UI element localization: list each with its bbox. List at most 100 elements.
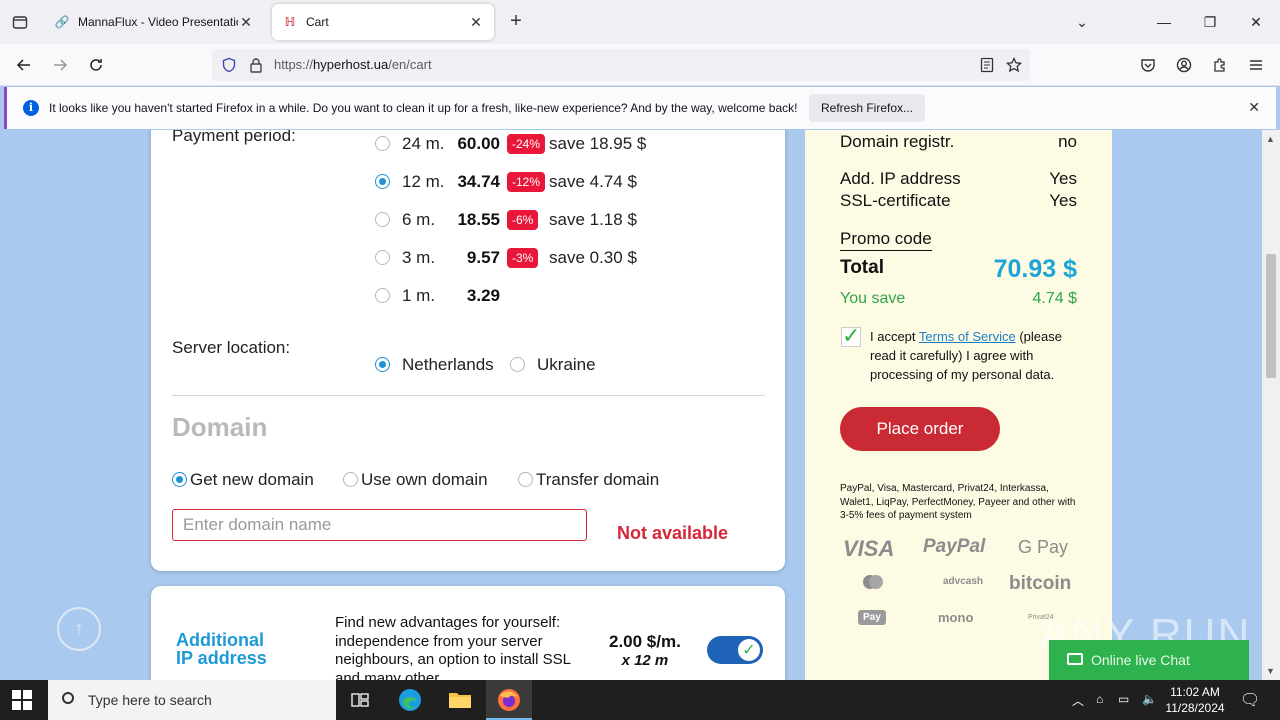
windows-taskbar: Type here to search ︿ ⌂ ▭ 🔈 11:02 AM 11/… bbox=[0, 680, 1280, 720]
meet-now-icon[interactable]: ⌂ bbox=[1096, 692, 1103, 706]
period-save: save 18.95 $ bbox=[549, 134, 647, 153]
promo-code-link[interactable]: Promo code bbox=[840, 229, 932, 251]
close-notification-icon[interactable]: ✕ bbox=[1248, 99, 1260, 116]
tab-mannaflux[interactable]: 🔗 MannaFlux - Video Presentation ✕ bbox=[44, 4, 264, 40]
tab-list-button[interactable] bbox=[8, 10, 32, 34]
addon-title-line2: IP address bbox=[176, 648, 267, 668]
forward-button[interactable] bbox=[47, 52, 73, 78]
period-radio[interactable] bbox=[375, 288, 390, 303]
period-radio[interactable] bbox=[375, 250, 390, 265]
arrow-up-icon: ↑ bbox=[74, 618, 84, 640]
refresh-firefox-button[interactable]: Refresh Firefox... bbox=[809, 94, 926, 122]
total-label: Total bbox=[840, 257, 884, 278]
location-radio-netherlands[interactable] bbox=[375, 357, 390, 372]
domain-option-new[interactable]: Get new domain bbox=[190, 470, 314, 490]
bitcoin-logo: bitcoin bbox=[1009, 573, 1072, 594]
addon-toggle[interactable]: ✓ bbox=[707, 636, 763, 664]
edge-browser-icon[interactable] bbox=[396, 686, 424, 714]
volume-icon[interactable]: 🔈 bbox=[1142, 692, 1157, 706]
period-price: 60.00 bbox=[457, 134, 500, 153]
period-option-12[interactable]: 12 m. 34.74 -12% save 4.74 $ bbox=[375, 170, 695, 194]
task-view-icon[interactable] bbox=[346, 686, 374, 714]
cart-options-card: Payment period: 24 m. 60.00 -24% save 18… bbox=[151, 130, 785, 571]
tab-title: MannaFlux - Video Presentation bbox=[78, 15, 238, 29]
period-option-3[interactable]: 3 m. 9.57 -3% save 0.30 $ bbox=[375, 246, 695, 270]
addon-title-line1: Additional bbox=[176, 630, 264, 650]
back-button[interactable] bbox=[11, 52, 37, 78]
minimize-button[interactable]: — bbox=[1144, 8, 1184, 36]
place-order-button[interactable]: Place order bbox=[840, 407, 1000, 451]
period-radio[interactable] bbox=[375, 212, 390, 227]
page-scrollbar[interactable]: ▲ ▼ bbox=[1262, 130, 1280, 680]
period-months: 1 m. bbox=[402, 286, 436, 305]
account-button[interactable] bbox=[1171, 52, 1197, 78]
tab-overflow-chevron-icon[interactable]: ⌄ bbox=[1062, 8, 1102, 36]
file-explorer-icon[interactable] bbox=[446, 686, 474, 714]
domain-radio-own[interactable] bbox=[343, 472, 358, 487]
puzzle-icon bbox=[1214, 58, 1225, 72]
domain-option-own[interactable]: Use own domain bbox=[361, 470, 488, 490]
close-window-button[interactable]: ✕ bbox=[1236, 8, 1276, 36]
discount-badge: -3% bbox=[507, 248, 539, 268]
addon-price: 2.00 $/m. x 12 m bbox=[609, 632, 681, 669]
summary-label: SSL-certificate bbox=[840, 191, 951, 210]
online-live-chat-button[interactable]: Online live Chat bbox=[1049, 640, 1249, 680]
visa-logo: VISA bbox=[843, 536, 895, 561]
reader-view-icon[interactable] bbox=[980, 57, 994, 73]
location-label-netherlands[interactable]: Netherlands bbox=[402, 355, 494, 375]
scroll-to-top-button[interactable]: ↑ bbox=[57, 607, 101, 651]
url-text[interactable]: https://hyperhost.ua/en/cart bbox=[274, 57, 432, 72]
period-option-24[interactable]: 24 m. 60.00 -24% save 18.95 $ bbox=[375, 132, 695, 156]
url-host: hyperhost.ua bbox=[313, 57, 389, 72]
summary-row-ip: Add. IP address Yes bbox=[840, 169, 1077, 189]
location-radio-ukraine[interactable] bbox=[510, 357, 525, 372]
windows-start-button[interactable] bbox=[12, 690, 32, 710]
domain-radio-transfer[interactable] bbox=[518, 472, 533, 487]
period-option-1[interactable]: 1 m. 3.29 bbox=[375, 284, 695, 308]
network-icon[interactable]: ▭ bbox=[1118, 692, 1129, 706]
reload-icon bbox=[90, 59, 102, 71]
lock-icon[interactable] bbox=[249, 57, 263, 73]
close-tab-icon[interactable]: ✕ bbox=[468, 14, 484, 31]
back-arrow-icon bbox=[16, 59, 30, 71]
reload-button[interactable] bbox=[83, 52, 109, 78]
payment-methods-note: PayPal, Visa, Mastercard, Privat24, Inte… bbox=[840, 483, 1076, 521]
pocket-button[interactable] bbox=[1135, 52, 1161, 78]
notifications-icon[interactable]: 🗨 bbox=[1240, 690, 1260, 710]
tray-chevron-icon[interactable]: ︿ bbox=[1072, 692, 1084, 709]
scroll-up-icon[interactable]: ▲ bbox=[1266, 134, 1275, 144]
period-radio[interactable] bbox=[375, 136, 390, 151]
domain-option-transfer[interactable]: Transfer domain bbox=[536, 470, 659, 490]
system-clock[interactable]: 11:02 AM 11/28/2024 bbox=[1160, 684, 1230, 716]
shield-icon[interactable] bbox=[221, 57, 237, 73]
bookmark-star-icon[interactable] bbox=[1006, 57, 1022, 73]
period-radio[interactable] bbox=[375, 174, 390, 189]
domain-radio-new[interactable] bbox=[172, 472, 187, 487]
period-option-6[interactable]: 6 m. 18.55 -6% save 1.18 $ bbox=[375, 208, 695, 232]
menu-button[interactable] bbox=[1243, 52, 1269, 78]
terms-checkbox[interactable]: ✓ bbox=[841, 325, 861, 347]
terms-of-service-link[interactable]: Terms of Service bbox=[919, 329, 1016, 344]
notification-message: It looks like you haven't started Firefo… bbox=[49, 101, 798, 115]
hyperhost-favicon-icon: ℍ bbox=[284, 15, 296, 29]
tab-cart[interactable]: ℍ Cart ✕ bbox=[272, 4, 494, 40]
taskbar-search-box[interactable]: Type here to search bbox=[48, 680, 336, 720]
summary-label: Domain registr. bbox=[840, 132, 955, 151]
scroll-down-icon[interactable]: ▼ bbox=[1266, 666, 1275, 676]
location-label-ukraine[interactable]: Ukraine bbox=[537, 355, 596, 375]
section-divider bbox=[172, 395, 765, 396]
addon-description: Find new advantages for yourself: indepe… bbox=[335, 614, 571, 680]
mastercard-icon bbox=[863, 575, 883, 589]
extensions-button[interactable] bbox=[1207, 52, 1233, 78]
url-bar[interactable]: https://hyperhost.ua/en/cart bbox=[212, 49, 1030, 81]
period-price: 34.74 bbox=[457, 172, 500, 191]
taskbar-search-placeholder: Type here to search bbox=[88, 692, 212, 708]
summary-value: Yes bbox=[1049, 191, 1077, 210]
new-tab-button[interactable]: + bbox=[504, 10, 528, 34]
close-tab-icon[interactable]: ✕ bbox=[238, 14, 254, 31]
maximize-button[interactable]: ❐ bbox=[1190, 8, 1230, 36]
domain-name-input[interactable]: Enter domain name bbox=[172, 509, 587, 541]
firefox-icon[interactable] bbox=[495, 686, 523, 714]
info-icon: i bbox=[23, 100, 39, 116]
scrollbar-thumb[interactable] bbox=[1266, 254, 1276, 378]
